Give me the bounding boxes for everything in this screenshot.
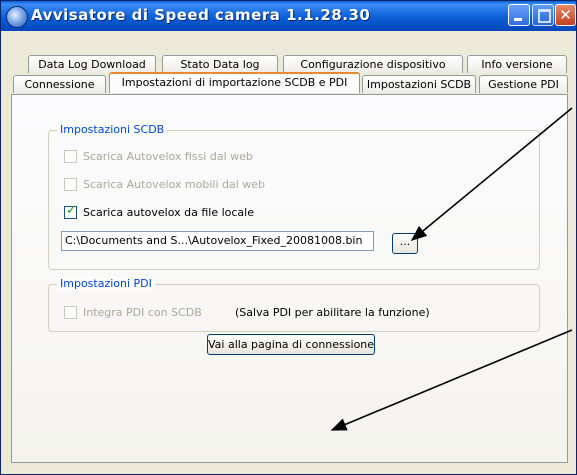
tab-info-versione[interactable]: Info versione	[467, 55, 567, 73]
fixed-web-checkbox[interactable]	[64, 150, 77, 163]
minimize-button[interactable]	[508, 4, 530, 26]
tab-impostazioni-importazione[interactable]: Impostazioni di importazione SCDB e PDI	[109, 72, 360, 93]
goto-connection-button[interactable]: Vai alla pagina di connessione	[207, 334, 375, 355]
window-title: Avvisatore di Speed camera 1.1.28.30	[31, 6, 371, 24]
checkmark-icon: ✓	[66, 203, 77, 218]
local-file-checkbox[interactable]: ✓	[64, 203, 77, 219]
local-file-label: Scarica autovelox da file locale	[83, 206, 254, 219]
mobile-web-checkbox[interactable]	[64, 178, 77, 191]
tab-panel: Impostazioni SCDB Scarica Autovelox fiss…	[11, 94, 568, 463]
maximize-icon	[538, 9, 551, 23]
tab-stato-data-log[interactable]: Stato Data log	[162, 55, 278, 73]
tab-data-log-download[interactable]: Data Log Download	[28, 55, 156, 73]
minimize-icon	[514, 18, 522, 21]
close-button[interactable]: ✕	[555, 4, 576, 26]
tab-gestione-pdi[interactable]: Gestione PDI	[479, 75, 568, 93]
tab-connessione[interactable]: Connessione	[13, 75, 106, 93]
close-icon: ✕	[559, 6, 572, 24]
app-icon[interactable]	[6, 6, 28, 28]
integrate-pdi-label: Integra PDI con SCDB	[83, 306, 202, 319]
app-window: Avvisatore di Speed camera 1.1.28.30 ✕ D…	[0, 0, 577, 475]
local-file-path-field[interactable]: C:\Documents and S...\Autovelox_Fixed_20…	[61, 231, 374, 251]
pdi-note: (Salva PDI per abilitare la funzione)	[235, 306, 430, 319]
mobile-web-label: Scarica Autovelox mobili dal web	[83, 178, 266, 191]
scdb-group-label: Impostazioni SCDB	[57, 123, 168, 136]
fixed-web-label: Scarica Autovelox fissi dal web	[83, 150, 253, 163]
maximize-button[interactable]	[532, 4, 554, 26]
browse-button[interactable]: ...	[392, 233, 418, 254]
pdi-group-label: Impostazioni PDI	[57, 277, 155, 290]
integrate-pdi-checkbox[interactable]	[64, 306, 77, 319]
tab-impostazioni-scdb[interactable]: Impostazioni SCDB	[362, 75, 476, 93]
title-bar[interactable]: Avvisatore di Speed camera 1.1.28.30 ✕	[1, 1, 576, 31]
tab-configurazione-dispositivo[interactable]: Configurazione dispositivo	[283, 55, 463, 73]
